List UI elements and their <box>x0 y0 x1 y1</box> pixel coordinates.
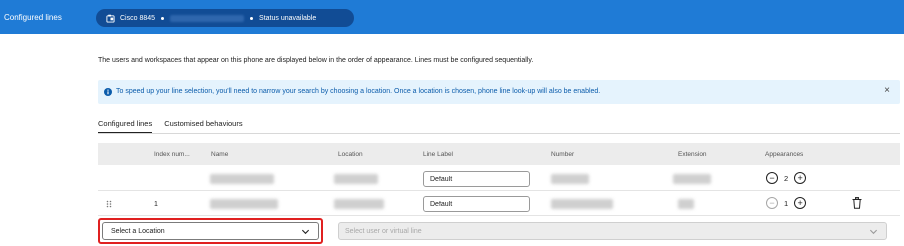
extension-redacted <box>678 199 694 209</box>
column-extension[interactable]: Extension <box>678 151 707 158</box>
number-redacted <box>551 174 589 184</box>
tab-customised-behaviours[interactable]: Customised behaviours <box>164 119 242 133</box>
location-select-value: Select a Location <box>111 228 165 235</box>
separator-dot <box>161 16 165 20</box>
column-line-label[interactable]: Line Label <box>423 151 453 158</box>
increment-button[interactable]: + <box>794 197 807 209</box>
device-model: Cisco 8845 <box>120 14 156 22</box>
appearances-count: 1 <box>784 198 789 208</box>
desk-phone-icon <box>106 14 115 23</box>
name-redacted <box>210 199 278 209</box>
extension-redacted <box>673 174 711 184</box>
line-label-input[interactable] <box>423 171 530 187</box>
table-header: Index num... Name Location Line Label Nu… <box>98 143 900 165</box>
chevron-down-icon <box>301 229 310 235</box>
info-icon <box>104 88 112 96</box>
column-name[interactable]: Name <box>211 151 228 158</box>
column-index[interactable]: Index num... <box>154 151 190 158</box>
increment-button[interactable]: + <box>794 172 807 184</box>
column-number[interactable]: Number <box>551 151 574 158</box>
appearances-stepper: − 2 + <box>766 172 807 184</box>
name-redacted <box>210 174 274 184</box>
chevron-down-icon <box>869 229 878 235</box>
user-line-select-placeholder: Select user or virtual line <box>345 228 422 235</box>
tabs-divider <box>98 133 900 134</box>
page-title: Configured lines <box>4 13 62 22</box>
device-status: Status unavailable <box>259 14 317 22</box>
number-redacted <box>551 199 613 209</box>
decrement-button[interactable]: − <box>766 172 778 184</box>
device-mac-redacted <box>170 14 245 22</box>
tab-bar: Configured lines Customised behaviours <box>98 119 243 133</box>
tab-configured-lines[interactable]: Configured lines <box>98 119 153 133</box>
decrement-button[interactable]: − <box>766 197 778 209</box>
device-info-pill: Cisco 8845 Status unavailable <box>96 9 354 27</box>
location-redacted <box>334 174 378 184</box>
location-select[interactable]: Select a Location <box>102 222 319 240</box>
column-location[interactable]: Location <box>338 151 363 158</box>
info-banner: To speed up your line selection, you'll … <box>98 80 900 104</box>
separator-dot <box>250 16 254 20</box>
drag-handle-icon[interactable] <box>106 200 112 208</box>
appearances-stepper: − 1 + <box>766 197 807 209</box>
line-label-input[interactable] <box>423 196 530 212</box>
banner-text: To speed up your line selection, you'll … <box>116 88 601 95</box>
appearances-count: 2 <box>784 173 789 183</box>
index-number: 1 <box>154 201 158 208</box>
location-redacted <box>334 199 384 209</box>
user-line-select[interactable]: Select user or virtual line <box>338 222 887 240</box>
table-row: 1 − 1 + <box>98 192 900 216</box>
close-icon[interactable]: × <box>884 86 890 96</box>
table-row: − 2 + <box>98 167 900 191</box>
intro-text: The users and workspaces that appear on … <box>98 57 534 64</box>
column-appearances[interactable]: Appearances <box>765 151 803 158</box>
delete-icon[interactable] <box>852 197 862 209</box>
top-bar: Configured lines Cisco 8845 Status unava… <box>0 0 904 34</box>
